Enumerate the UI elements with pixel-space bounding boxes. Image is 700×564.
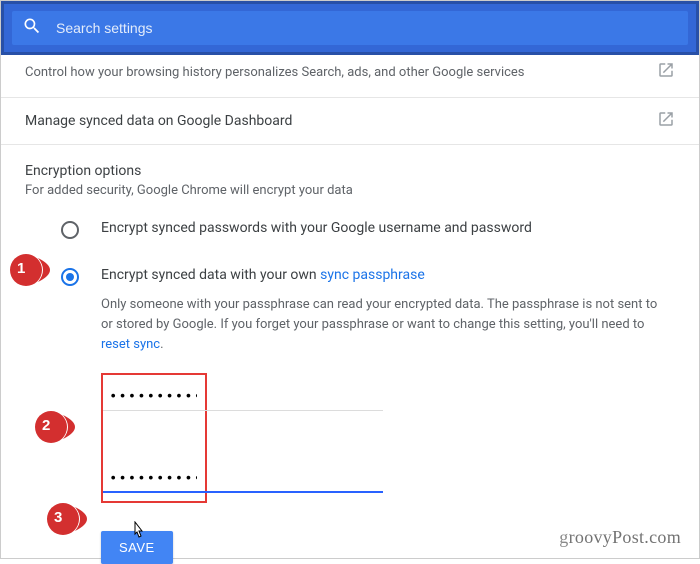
encryption-subtitle: For added security, Google Chrome will e… [25,183,675,198]
settings-content: Control how your browsing history person… [1,55,699,564]
passphrase-input[interactable] [105,383,201,411]
radio-unchecked-icon[interactable] [61,221,79,239]
encryption-section-header: Encryption options For added security, G… [1,145,699,198]
passphrase-field-1-line [103,379,383,419]
dashboard-row[interactable]: Manage synced data on Google Dashboard [1,98,699,145]
passphrase-field-2-line [103,461,383,501]
radio-checked-icon[interactable] [61,268,79,286]
opt2-desc-prefix: Only someone with your passphrase can re… [101,297,657,332]
passphrase-confirm-input[interactable] [105,465,201,493]
activity-controls-desc: Control how your browsing history person… [25,65,525,80]
opt2-desc-suffix: . [160,337,163,352]
opt2-text-prefix: Encrypt synced data with your own [101,267,320,283]
watermark-rest: roovyPost.com [569,527,681,547]
search-input[interactable] [56,20,678,36]
dashboard-label: Manage synced data on Google Dashboard [25,113,292,129]
external-link-icon [657,110,675,132]
encrypt-with-google-label: Encrypt synced passwords with your Googl… [101,220,675,236]
save-button[interactable]: SAVE [101,531,173,564]
encrypt-with-passphrase-option[interactable]: Encrypt synced data with your own sync p… [61,267,675,355]
encryption-options: Encrypt synced passwords with your Googl… [1,198,699,373]
sync-passphrase-link[interactable]: sync passphrase [320,267,425,283]
encrypt-with-passphrase-desc: Only someone with your passphrase can re… [101,295,661,355]
watermark-g: g [559,527,568,547]
encrypt-with-google-option[interactable]: Encrypt synced passwords with your Googl… [61,220,675,239]
external-link-icon [657,61,675,83]
passphrase-fields [1,373,699,521]
reset-sync-link[interactable]: reset sync [101,337,160,352]
activity-controls-row[interactable]: Control how your browsing history person… [1,55,699,98]
encrypt-with-passphrase-label: Encrypt synced data with your own sync p… [101,267,675,283]
encryption-title: Encryption options [25,163,675,183]
header-search-bar [1,1,699,55]
search-container[interactable] [12,11,688,45]
passphrase-highlight-box [101,373,207,503]
watermark: groovyPost.com [559,527,681,548]
search-icon [22,16,42,40]
